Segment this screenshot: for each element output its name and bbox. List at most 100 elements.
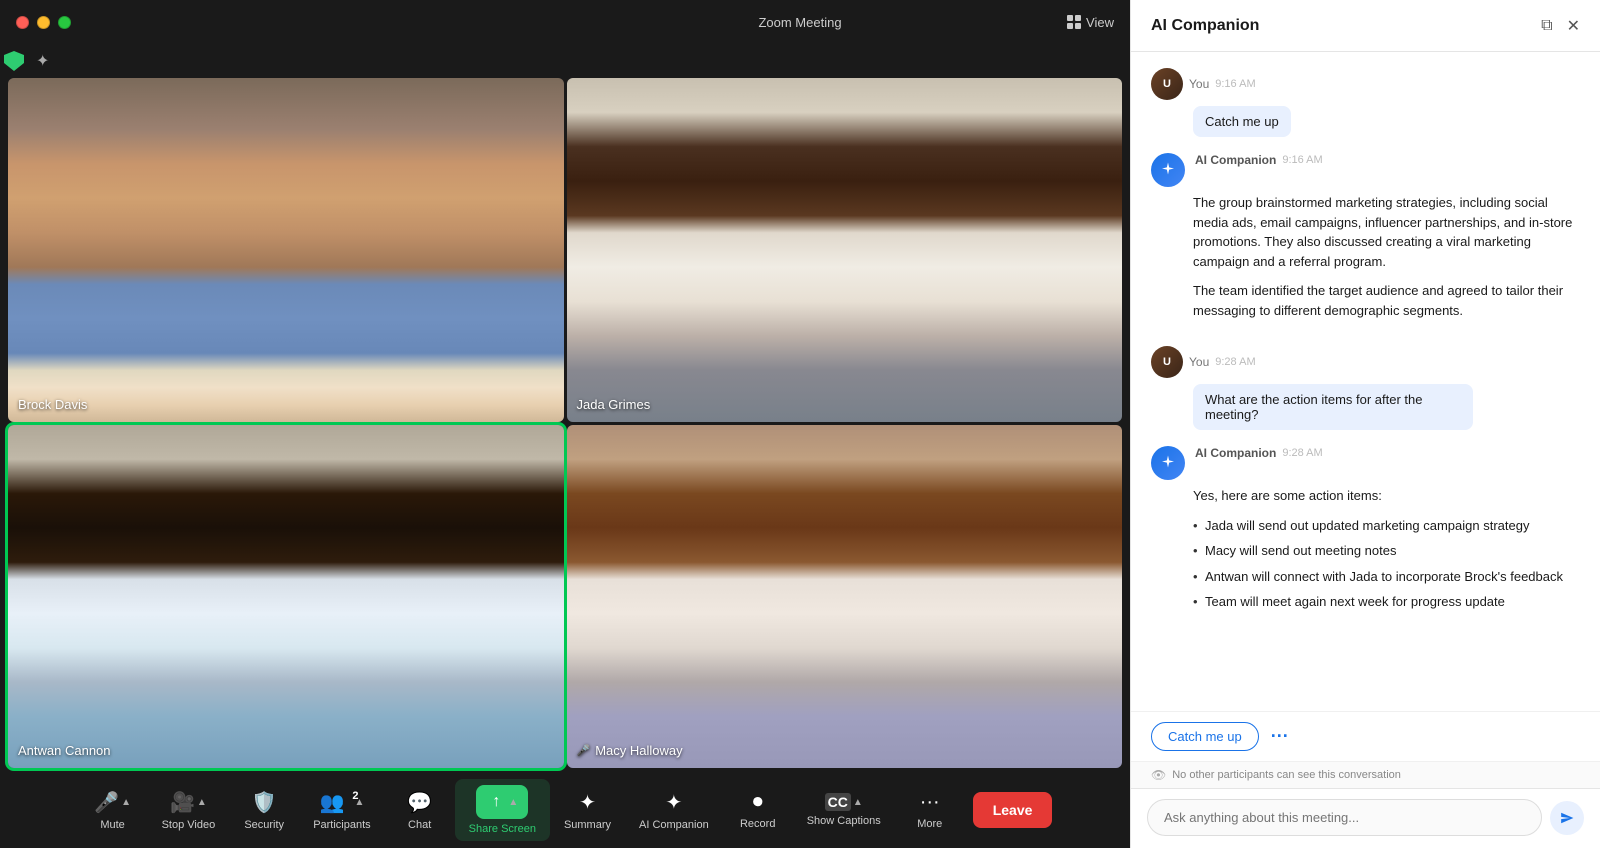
mute-button[interactable]: 🎤 ▲ Mute [78, 784, 148, 837]
more-button[interactable]: ··· More [895, 785, 965, 836]
traffic-lights [16, 16, 71, 29]
privacy-text: No other participants can see this conve… [1172, 769, 1401, 781]
bullet-2: Macy will send out meeting notes [1193, 541, 1580, 561]
record-label: Record [740, 818, 775, 830]
sender-1: You [1189, 77, 1209, 91]
send-icon [1560, 811, 1574, 825]
participant-name-jada: Jada Grimes [577, 397, 651, 412]
security-icon: 🛡️ [252, 790, 277, 815]
ai-avatar-1 [1151, 153, 1185, 187]
ai-para-1: The group brainstormed marketing strateg… [1193, 193, 1580, 271]
chat-area: U You 9:16 AM Catch me up AI Companion [1131, 52, 1600, 711]
quick-actions: Catch me up ··· [1131, 711, 1600, 761]
ai-avatar-row-1: AI Companion 9:16 AM [1151, 153, 1580, 187]
window-title: Zoom Meeting [758, 15, 841, 30]
bullet-1: Jada will send out updated marketing cam… [1193, 516, 1580, 536]
main-toolbar: 🎤 ▲ Mute 🎥 ▲ Stop Video 🛡️ Security 👥 2 … [0, 772, 1130, 848]
ai-sender-1: AI Companion [1195, 153, 1276, 167]
privacy-bar: 👁 No other participants can see this con… [1131, 761, 1600, 788]
chat-input[interactable] [1147, 799, 1542, 836]
summary-label: Summary [564, 819, 611, 831]
sub-toolbar: ✦ [0, 44, 1130, 78]
video-jada [567, 78, 1123, 422]
external-link-icon[interactable]: ⧉ [1541, 17, 1552, 35]
show-captions-button[interactable]: CC ▲ Show Captions [793, 787, 895, 833]
ai-companion-label: AI Companion [639, 819, 709, 831]
chat-label: Chat [408, 819, 431, 831]
summary-button[interactable]: ✦ Summary [550, 784, 625, 837]
chat-message-3: U You 9:28 AM What are the action items … [1151, 346, 1580, 430]
bullet-3: Antwan will connect with Jada to incorpo… [1193, 567, 1580, 587]
you-label-2: U You 9:28 AM [1151, 346, 1580, 378]
security-button[interactable]: 🛡️ Security [229, 784, 299, 837]
title-bar-right: View [1067, 15, 1114, 30]
ai-sparkle-icon[interactable]: ✦ [36, 51, 49, 71]
captions-caret: ▲ [853, 797, 863, 808]
bubble-catch-me-up: Catch me up [1193, 106, 1291, 137]
ai-para-2: The team identified the target audience … [1193, 281, 1580, 320]
view-button[interactable]: View [1067, 15, 1114, 30]
video-cell-jada: Jada Grimes [567, 78, 1123, 422]
stop-video-button[interactable]: 🎥 ▲ Stop Video [148, 784, 230, 837]
share-screen-button[interactable]: ↑ ▲ Share Screen [455, 779, 550, 841]
grid-icon [1067, 15, 1081, 29]
ai-intro: Yes, here are some action items: [1193, 486, 1580, 506]
participants-icon: 👥 [319, 790, 344, 815]
minimize-button[interactable] [37, 16, 50, 29]
chat-message-1: U You 9:16 AM Catch me up [1151, 68, 1580, 137]
you-label-1: U You 9:16 AM [1151, 68, 1580, 100]
sender-2: You [1189, 355, 1209, 369]
participants-badge: 2 [352, 790, 358, 802]
video-macy [567, 425, 1123, 769]
chat-message-4: AI Companion 9:28 AM Yes, here are some … [1151, 446, 1580, 618]
video-cell-macy: 🎤 Macy Halloway [567, 425, 1123, 769]
ai-companion-button[interactable]: ✦ AI Companion [625, 784, 723, 837]
catch-me-up-button[interactable]: Catch me up [1151, 722, 1259, 751]
bullet-4: Team will meet again next week for progr… [1193, 592, 1580, 612]
leave-button[interactable]: Leave [973, 792, 1053, 828]
share-screen-label: Share Screen [469, 823, 536, 835]
bubble-action-items: What are the action items for after the … [1193, 384, 1473, 430]
mute-caret: ▲ [121, 797, 131, 808]
participants-button[interactable]: 👥 2 ▲ Participants [299, 784, 384, 837]
more-icon: ··· [920, 791, 940, 814]
record-button[interactable]: ⏺ Record [723, 785, 793, 836]
participant-name-brock: Brock Davis [18, 397, 87, 412]
close-panel-icon[interactable]: ✕ [1567, 16, 1580, 36]
ai-bullets: Jada will send out updated marketing cam… [1193, 516, 1580, 612]
view-label: View [1086, 15, 1114, 30]
maximize-button[interactable] [58, 16, 71, 29]
ai-panel-actions: ⧉ ✕ [1541, 16, 1580, 36]
stop-video-label: Stop Video [162, 819, 216, 831]
user-avatar-1: U [1151, 68, 1183, 100]
time-2: 9:28 AM [1215, 356, 1255, 368]
chat-button[interactable]: 💬 Chat [385, 784, 455, 837]
video-caret: ▲ [197, 797, 207, 808]
video-cell-antwan: Antwan Cannon [8, 425, 564, 769]
close-button[interactable] [16, 16, 29, 29]
send-button[interactable] [1550, 801, 1584, 835]
chat-input-area [1131, 788, 1600, 848]
ai-companion-panel: AI Companion ⧉ ✕ U You 9:16 AM Catch me … [1130, 0, 1600, 848]
more-label: More [917, 818, 942, 830]
participant-name-antwan: Antwan Cannon [18, 743, 111, 758]
time-1: 9:16 AM [1215, 78, 1255, 90]
more-actions-button[interactable]: ··· [1271, 726, 1289, 747]
video-antwan [8, 425, 564, 769]
shield-icon [4, 51, 24, 71]
ai-text-2: Yes, here are some action items: Jada wi… [1193, 486, 1580, 612]
chat-icon: 💬 [407, 790, 432, 815]
ai-time-2: 9:28 AM [1282, 447, 1322, 459]
ai-panel-header: AI Companion ⧉ ✕ [1131, 0, 1600, 52]
mic-icon: 🎤 [94, 790, 119, 815]
share-screen-icon: ↑ [486, 791, 506, 813]
title-bar: Zoom Meeting View [0, 0, 1130, 44]
ai-avatar-row-2: AI Companion 9:28 AM [1151, 446, 1580, 480]
user-avatar-2: U [1151, 346, 1183, 378]
ai-companion-icon: ✦ [665, 790, 682, 815]
cc-icon: CC [825, 793, 851, 811]
share-caret: ▲ [508, 797, 518, 808]
video-brock [8, 78, 564, 422]
ai-time-1: 9:16 AM [1282, 154, 1322, 166]
mute-label: Mute [100, 819, 124, 831]
